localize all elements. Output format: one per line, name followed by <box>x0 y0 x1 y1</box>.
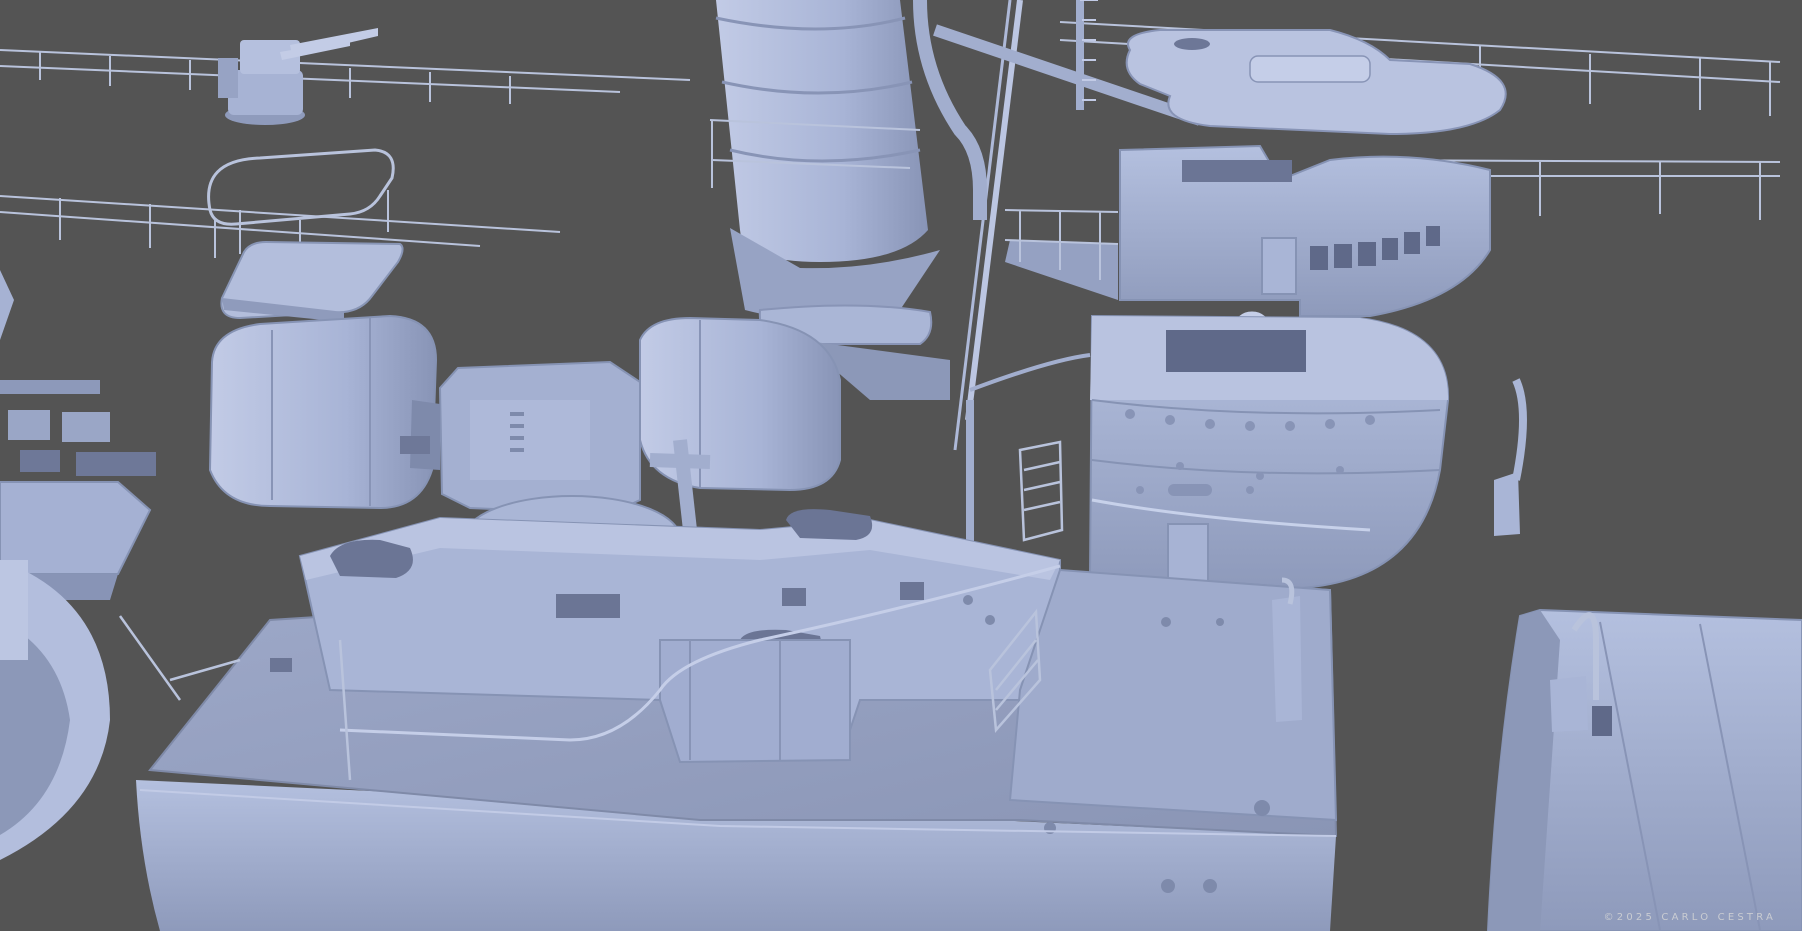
round-deckhouse <box>1088 314 1450 605</box>
ship-model-render <box>0 0 1802 931</box>
turret-left-hood <box>208 314 438 510</box>
ladder <box>1018 440 1064 542</box>
railing-left-top <box>0 49 691 104</box>
upper-platform <box>220 240 404 322</box>
left-edge-fittings <box>0 270 156 860</box>
davit-fitting <box>1494 378 1527 536</box>
copyright-watermark: ©2025 CARLO CESTRA <box>1603 912 1776 923</box>
deck-house-right <box>1486 608 1802 931</box>
anti-aircraft-gun-mount <box>218 28 378 125</box>
